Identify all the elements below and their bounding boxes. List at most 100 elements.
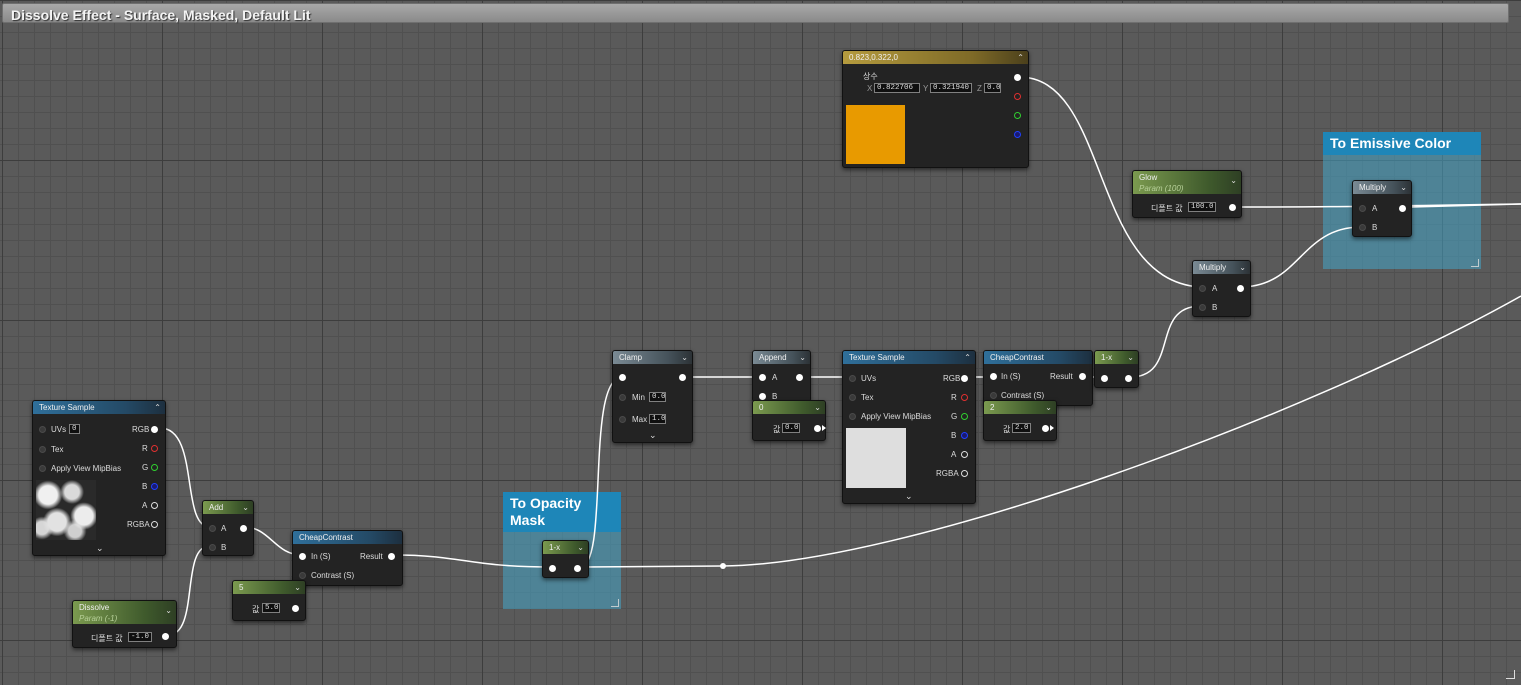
texture-sample-top-node[interactable]: Texture Sample ⌃ UVs Tex Apply View MipB… <box>842 350 976 504</box>
input-pin-b[interactable] <box>759 393 766 400</box>
input-pin[interactable] <box>619 374 626 381</box>
chevron-down-icon[interactable]: ⌄ <box>799 351 806 364</box>
chevron-up-icon[interactable]: ⌃ <box>154 401 161 414</box>
chevron-down-icon[interactable]: ⌄ <box>1239 261 1246 274</box>
value-field[interactable]: 5.0 <box>262 603 280 613</box>
default-value-field[interactable]: 100.0 <box>1188 202 1216 212</box>
input-pin-mip[interactable] <box>849 413 856 420</box>
cheap-contrast-bottom-node[interactable]: CheapContrast In (S) Result Contrast (S) <box>292 530 403 586</box>
input-pin-uvs[interactable] <box>849 375 856 382</box>
input-pin-a[interactable] <box>1359 205 1366 212</box>
input-pin-tex[interactable] <box>849 394 856 401</box>
output-pin-g[interactable] <box>151 464 158 471</box>
input-pin-contrast[interactable] <box>990 392 997 399</box>
output-pin[interactable] <box>1014 74 1021 81</box>
clamp-node[interactable]: Clamp ⌄ Min 0.0 Max 1.0 ⌄ <box>612 350 693 443</box>
min-value-field[interactable]: 0.0 <box>649 392 666 402</box>
chevron-down-icon[interactable]: ⌄ <box>242 501 249 514</box>
chevron-down-icon[interactable]: ⌄ <box>649 430 657 441</box>
output-pin-rgb[interactable] <box>151 426 158 433</box>
default-value-field[interactable]: -1.0 <box>128 632 152 642</box>
output-pin-b[interactable] <box>151 483 158 490</box>
output-pin[interactable] <box>814 425 826 432</box>
value-field[interactable]: 2.0 <box>1012 423 1031 433</box>
chevron-down-icon[interactable]: ⌄ <box>681 351 688 364</box>
constant-five-node[interactable]: 5 ⌄ 값 5.0 <box>232 580 306 621</box>
resize-grip-icon[interactable] <box>1506 670 1515 679</box>
uvs-value-field[interactable]: 0 <box>69 424 80 434</box>
output-pin[interactable] <box>292 605 299 612</box>
output-pin-r[interactable] <box>961 394 968 401</box>
constant-zero-node[interactable]: 0 ⌄ 값 0.0 <box>752 400 826 441</box>
input-pin-a[interactable] <box>1199 285 1206 292</box>
input-pin-contrast[interactable] <box>299 572 306 579</box>
constant3-vector-node[interactable]: 0.823,0.322,0 ⌃ 상수 X 0.822706 Y 0.321940… <box>842 50 1029 168</box>
input-pin-in[interactable] <box>299 553 306 560</box>
multiply-emissive-node[interactable]: Multiply ⌄ A B <box>1352 180 1412 237</box>
input-pin-tex[interactable] <box>39 446 46 453</box>
input-pin-mip[interactable] <box>39 465 46 472</box>
chevron-down-icon[interactable]: ⌄ <box>577 541 584 554</box>
input-pin-max[interactable] <box>619 416 626 423</box>
append-node[interactable]: Append ⌄ A B <box>752 350 811 402</box>
multiply-color-node[interactable]: Multiply ⌄ A B <box>1192 260 1251 317</box>
input-pin-uvs[interactable] <box>39 426 46 433</box>
one-minus-mask-node[interactable]: 1-x ⌄ <box>542 540 589 578</box>
input-pin-b[interactable] <box>1199 304 1206 311</box>
input-pin[interactable] <box>549 565 556 572</box>
output-pin-g[interactable] <box>961 413 968 420</box>
chevron-up-icon[interactable]: ⌃ <box>964 351 971 364</box>
output-pin-b[interactable] <box>1014 131 1021 138</box>
output-pin[interactable] <box>388 553 395 560</box>
chevron-down-icon[interactable]: ⌄ <box>905 491 913 502</box>
output-pin-r[interactable] <box>151 445 158 452</box>
y-value-field[interactable]: 0.321940 <box>930 83 972 93</box>
output-pin[interactable] <box>1042 425 1054 432</box>
input-pin-in[interactable] <box>990 373 997 380</box>
cheap-contrast-top-node[interactable]: CheapContrast In (S) Result Contrast (S) <box>983 350 1093 406</box>
chevron-down-icon[interactable]: ⌄ <box>294 581 301 594</box>
output-pin-a[interactable] <box>151 502 158 509</box>
chevron-down-icon[interactable]: ⌄ <box>1045 401 1052 414</box>
chevron-down-icon[interactable]: ⌄ <box>814 401 821 414</box>
output-pin-b[interactable] <box>961 432 968 439</box>
value-field[interactable]: 0.0 <box>782 423 800 433</box>
output-pin[interactable] <box>162 633 169 640</box>
output-pin-rgba[interactable] <box>961 470 968 477</box>
output-pin[interactable] <box>679 374 686 381</box>
glow-param-node[interactable]: Glow Param (100) ⌄ 디폴트 값 100.0 <box>1132 170 1242 218</box>
input-pin-a[interactable] <box>209 525 216 532</box>
dissolve-param-node[interactable]: Dissolve Param (-1) ⌄ 디폴트 값 -1.0 <box>72 600 177 648</box>
one-minus-top-node[interactable]: 1-x ⌄ <box>1094 350 1139 388</box>
output-pin[interactable] <box>1125 375 1132 382</box>
input-pin-a[interactable] <box>759 374 766 381</box>
input-pin-b[interactable] <box>1359 224 1366 231</box>
chevron-down-icon[interactable]: ⌄ <box>1400 181 1407 194</box>
max-value-field[interactable]: 1.0 <box>649 414 666 424</box>
output-pin[interactable] <box>1399 205 1406 212</box>
input-pin-min[interactable] <box>619 394 626 401</box>
output-pin-a[interactable] <box>961 451 968 458</box>
add-node[interactable]: Add ⌄ A B <box>202 500 254 556</box>
input-pin[interactable] <box>1101 375 1108 382</box>
output-pin-r[interactable] <box>1014 93 1021 100</box>
texture-sample-left-node[interactable]: Texture Sample ⌃ UVs 0 Tex Apply View Mi… <box>32 400 166 556</box>
chevron-down-icon[interactable]: ⌄ <box>96 543 104 554</box>
output-pin[interactable] <box>240 525 247 532</box>
output-pin[interactable] <box>1237 285 1244 292</box>
output-pin[interactable] <box>796 374 803 381</box>
chevron-down-icon[interactable]: ⌄ <box>1127 351 1134 364</box>
chevron-down-icon[interactable]: ⌄ <box>1230 175 1237 186</box>
output-pin[interactable] <box>1079 373 1086 380</box>
input-pin-b[interactable] <box>209 544 216 551</box>
output-pin-rgba[interactable] <box>151 521 158 528</box>
chevron-down-icon[interactable]: ⌄ <box>165 605 172 616</box>
chevron-up-icon[interactable]: ⌃ <box>1017 51 1024 64</box>
output-pin-g[interactable] <box>1014 112 1021 119</box>
reroute-knot[interactable] <box>720 563 726 569</box>
constant-two-node[interactable]: 2 ⌄ 값 2.0 <box>983 400 1057 441</box>
output-pin[interactable] <box>1229 204 1236 211</box>
output-pin[interactable] <box>574 565 581 572</box>
output-pin-rgb[interactable] <box>961 375 968 382</box>
x-value-field[interactable]: 0.822706 <box>874 83 920 93</box>
